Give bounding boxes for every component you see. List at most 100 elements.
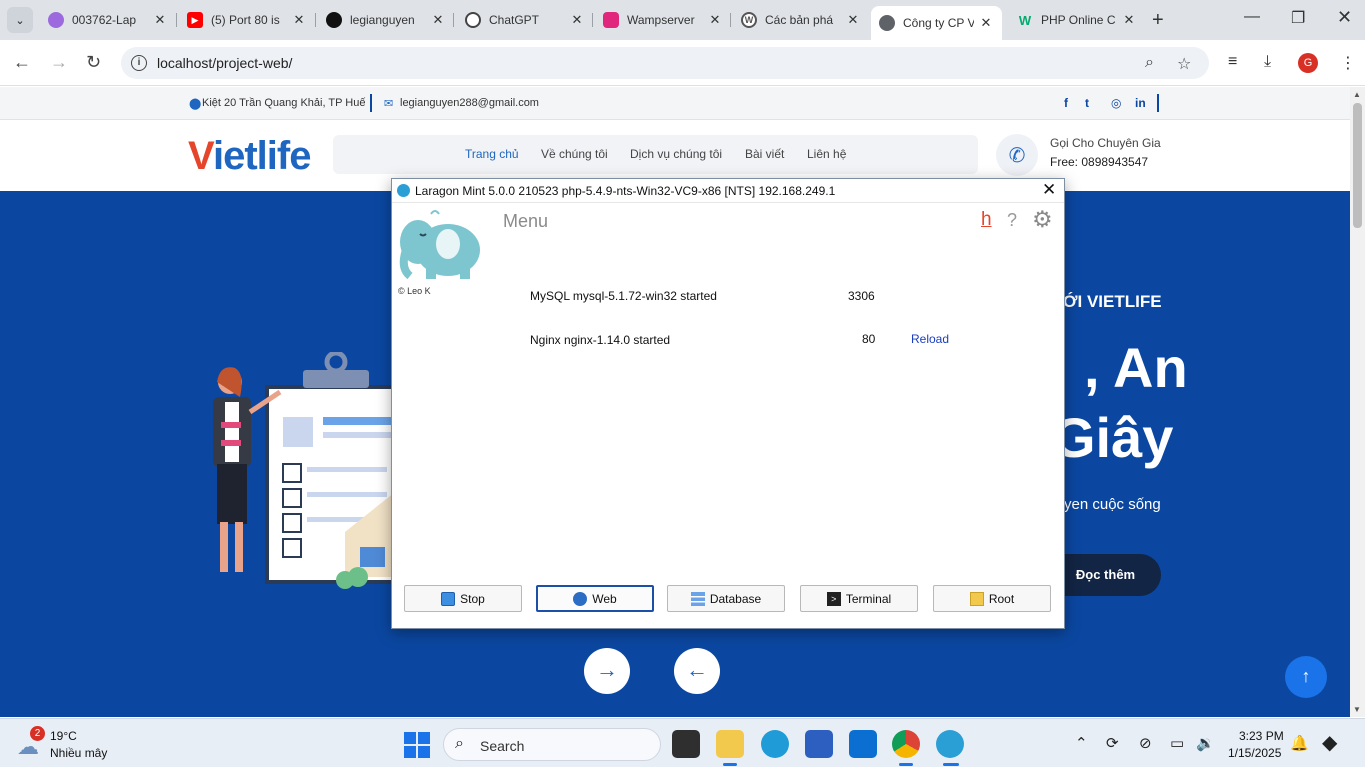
tab-2[interactable]: ▶ (5) Port 80 is ✕ — [187, 6, 307, 34]
back-button[interactable]: ← — [13, 52, 31, 73]
address-bar[interactable]: i localhost/project-web/ ⌕ ☆ — [121, 47, 1209, 79]
reload-button[interactable]: ↻ — [86, 52, 101, 73]
forward-button[interactable]: → — [50, 52, 68, 73]
close-window-button[interactable]: ✕ — [1337, 7, 1352, 28]
profile-avatar[interactable]: G — [1298, 53, 1318, 73]
outlook-icon[interactable] — [849, 730, 877, 758]
scroll-down-icon[interactable]: ▼ — [1353, 705, 1361, 714]
edge-icon[interactable] — [761, 730, 789, 758]
media-control-icon[interactable]: ≡ — [1228, 53, 1237, 71]
store-icon[interactable] — [805, 730, 833, 758]
scroll-to-top-button[interactable]: ↑ — [1285, 656, 1327, 698]
twitter-icon[interactable]: t — [1085, 96, 1089, 110]
laragon-h-icon[interactable]: h — [981, 209, 992, 231]
close-tab-icon[interactable]: ✕ — [707, 12, 723, 28]
close-tab-icon[interactable]: ✕ — [430, 12, 446, 28]
facebook-icon[interactable]: f — [1064, 96, 1068, 110]
minimize-button[interactable]: — — [1244, 8, 1260, 26]
laragon-app-icon — [397, 184, 410, 197]
weather-temperature[interactable]: 19°C — [50, 729, 77, 743]
web-button[interactable]: Web — [536, 585, 654, 612]
slider-next-button[interactable]: → — [584, 648, 630, 694]
site-email[interactable]: legianguyen288@gmail.com — [400, 97, 539, 109]
tab-6[interactable]: W Các bản phá ✕ — [741, 6, 861, 34]
download-icon[interactable]: ⤓ — [1264, 53, 1271, 71]
w3schools-icon: W — [1018, 12, 1032, 28]
close-tab-icon[interactable]: ✕ — [152, 12, 168, 28]
windows-start-icon[interactable] — [404, 732, 430, 758]
page-scrollbar[interactable]: ▲ ▼ — [1350, 87, 1365, 717]
hero-subtitle: yen cuộc sống — [1064, 496, 1161, 513]
sync-icon[interactable]: ⟳ — [1106, 734, 1119, 752]
tab-4[interactable]: ChatGPT ✕ — [465, 6, 585, 34]
linkedin-icon[interactable]: in — [1135, 96, 1146, 110]
site-logo[interactable]: Vietlife — [188, 134, 311, 179]
tab-title: legianguyen — [350, 13, 415, 27]
laragon-close-button[interactable]: ✕ — [1042, 180, 1056, 200]
nav-about[interactable]: Về chúng tôi — [541, 147, 608, 161]
network-off-icon[interactable]: ⊘ — [1139, 734, 1152, 752]
hero-tagline: ỚI VIETLIFE — [1063, 292, 1162, 311]
volume-icon[interactable]: 🔉 — [1196, 734, 1215, 752]
restore-button[interactable]: ❐ — [1291, 8, 1305, 28]
nginx-reload-link[interactable]: Reload — [911, 332, 949, 346]
github-icon — [326, 12, 342, 28]
root-button[interactable]: Root — [933, 585, 1051, 612]
laragon-menu[interactable]: Menu — [503, 211, 548, 232]
clock-date[interactable]: 1/15/2025 — [1228, 746, 1281, 760]
help-icon[interactable]: ? — [1007, 210, 1017, 231]
close-tab-icon[interactable]: ✕ — [291, 12, 307, 28]
tray-overflow-icon[interactable]: ⌃ — [1075, 734, 1088, 752]
tab-1[interactable]: 003762-Lap ✕ — [48, 6, 168, 34]
close-tab-icon[interactable]: ✕ — [569, 12, 585, 28]
nav-home[interactable]: Trang chủ — [465, 147, 519, 161]
scrollbar-thumb[interactable] — [1353, 103, 1362, 228]
tab-title: Công ty CP V — [903, 16, 974, 30]
nav-posts[interactable]: Bài viết — [745, 147, 784, 161]
weather-badge: 2 — [30, 726, 45, 741]
stop-button[interactable]: Stop — [404, 585, 522, 612]
database-button[interactable]: Database — [667, 585, 785, 612]
close-tab-icon[interactable]: ✕ — [1121, 12, 1137, 28]
zoom-icon[interactable]: ⌕ — [1145, 54, 1154, 72]
clock-time[interactable]: 3:23 PM — [1239, 729, 1284, 743]
notification-bell-icon[interactable]: 🔔 — [1290, 734, 1309, 752]
file-explorer-icon[interactable] — [716, 730, 744, 758]
nav-services[interactable]: Dịch vụ chúng tôi — [630, 147, 722, 161]
bookmark-star-icon[interactable]: ☆ — [1177, 54, 1191, 74]
url-text[interactable]: localhost/project-web/ — [157, 55, 292, 71]
call-label: Gọi Cho Chuyên Gia — [1050, 136, 1161, 150]
site-info-icon[interactable]: i — [131, 55, 147, 71]
service-nginx-name: Nginx nginx-1.14.0 started — [530, 333, 671, 347]
close-tab-icon[interactable]: ✕ — [845, 12, 861, 28]
display-icon[interactable]: ▭ — [1170, 734, 1184, 752]
taskbar-search[interactable]: ⌕ Search — [443, 728, 661, 761]
new-tab-button[interactable]: + — [1152, 9, 1164, 32]
laragon-taskbar-icon[interactable] — [936, 730, 964, 758]
tab-7-active[interactable]: Công ty CP V ✕ — [871, 6, 1002, 40]
slider-prev-button[interactable]: ← — [674, 648, 720, 694]
tab-3[interactable]: legianguyen ✕ — [326, 6, 446, 34]
weather-description[interactable]: Nhiều mây — [50, 746, 107, 760]
service-mysql-name: MySQL mysql-5.1.72-win32 started — [530, 289, 717, 303]
tab-title: (5) Port 80 is — [211, 13, 280, 27]
folder-icon — [969, 591, 984, 606]
site-address: Kiệt 20 Trần Quang Khải, TP Huế — [202, 97, 366, 109]
tab-8[interactable]: W PHP Online C ✕ — [1017, 6, 1137, 34]
chrome-icon[interactable] — [892, 730, 920, 758]
globe-icon — [573, 591, 588, 606]
tab-5[interactable]: Wampserver ✕ — [603, 6, 723, 34]
call-number[interactable]: Free: 0898943547 — [1050, 155, 1148, 169]
nav-contact[interactable]: Liên hệ — [807, 147, 846, 161]
instagram-icon[interactable]: ◎ — [1111, 96, 1121, 110]
close-tab-icon[interactable]: ✕ — [978, 15, 994, 31]
terminal-button[interactable]: > Terminal — [800, 585, 918, 612]
more-menu-icon[interactable]: ⋮ — [1340, 53, 1356, 73]
gear-icon[interactable]: ⚙ — [1032, 206, 1053, 233]
task-view-icon[interactable] — [672, 730, 700, 758]
tab-favicon-icon — [48, 12, 64, 28]
scroll-up-icon[interactable]: ▲ — [1353, 90, 1361, 99]
tab-search-button[interactable]: ⌄ — [7, 7, 33, 33]
copilot-icon[interactable]: ◆ — [1322, 730, 1337, 755]
wampserver-icon — [603, 12, 619, 28]
